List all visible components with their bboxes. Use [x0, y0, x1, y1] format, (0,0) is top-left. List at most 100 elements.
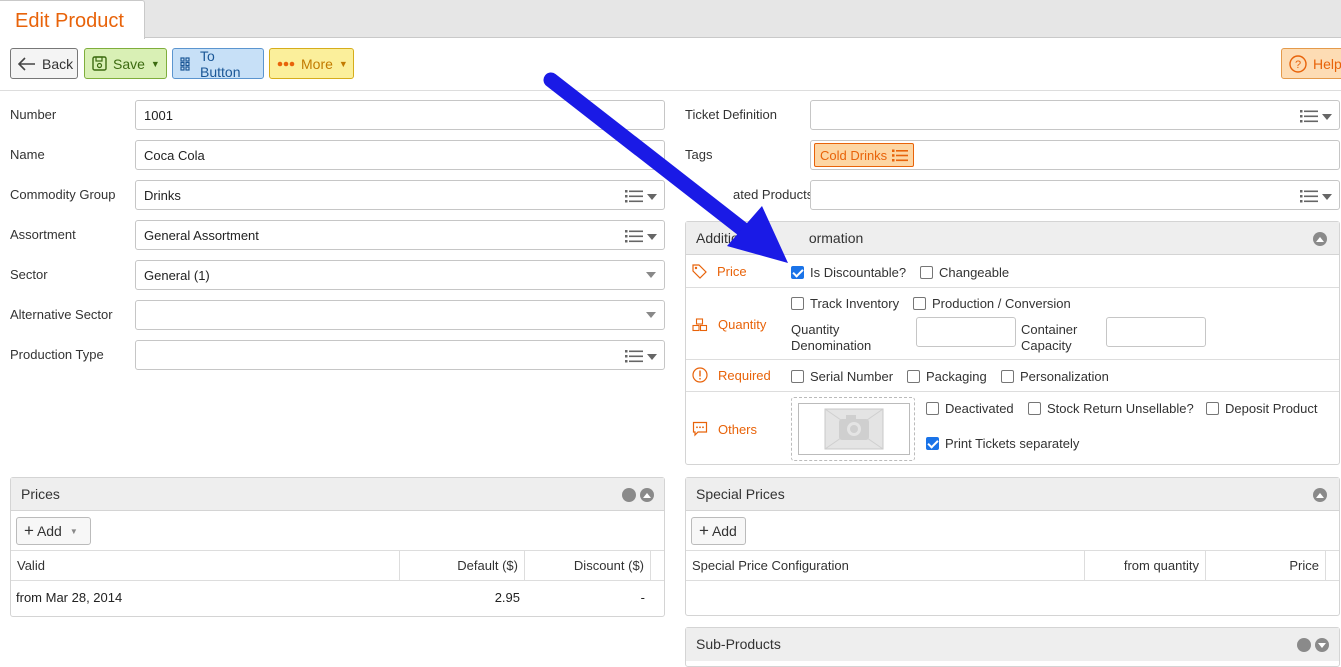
column-from-quantity[interactable]: from quantity	[1085, 551, 1206, 581]
add-special-price-button[interactable]: + Add	[691, 517, 746, 545]
expand-icon[interactable]	[1315, 638, 1329, 652]
container-capacity-line2: Capacity	[1021, 338, 1072, 353]
quantity-row: Quantity Track Inventory Production / Co…	[686, 287, 1339, 359]
track-inventory-checkbox[interactable]: Track Inventory	[791, 296, 899, 311]
row-related-products: ated Products	[685, 180, 1340, 210]
camera-placeholder-icon	[798, 403, 910, 455]
name-value: Coca Cola	[144, 148, 205, 163]
panel-title-tail: ormation	[808, 230, 864, 246]
prices-header[interactable]: Prices	[11, 478, 664, 511]
deposit-product-label: Deposit Product	[1225, 401, 1318, 416]
question-circle-icon: ?	[1289, 54, 1307, 73]
boxes-icon	[692, 317, 713, 332]
to-button-button[interactable]: To Button	[172, 48, 264, 80]
stock-return-unsellable-checkbox[interactable]: Stock Return Unsellable?	[1028, 401, 1194, 416]
commodity-group-label: Commodity Group	[10, 187, 116, 202]
container-capacity-input[interactable]	[1106, 317, 1206, 347]
tab-edit-product[interactable]: Edit Product	[0, 0, 145, 39]
column-label: Special Price Configuration	[692, 558, 849, 573]
print-tickets-separately-label: Print Tickets separately	[945, 436, 1080, 451]
additional-information-header[interactable]: Additio ormation	[686, 222, 1339, 255]
svg-text:?: ?	[1295, 59, 1301, 71]
ticket-definition-select[interactable]	[810, 100, 1340, 130]
deposit-product-checkbox[interactable]: Deposit Product	[1206, 401, 1318, 416]
column-discount[interactable]: Discount ($)	[525, 551, 651, 581]
collapse-icon[interactable]	[1313, 232, 1327, 246]
add-price-button[interactable]: + Add ▼	[16, 517, 91, 545]
collapse-icon[interactable]	[1313, 488, 1327, 502]
chevron-down-icon: ▼	[338, 58, 348, 69]
column-default[interactable]: Default ($)	[400, 551, 525, 581]
list-dropdown-icon[interactable]	[625, 349, 659, 363]
reset-icon[interactable]	[1297, 638, 1311, 652]
quantity-denomination-line1: Quantity	[791, 322, 840, 337]
is-discountable-checkbox[interactable]: Is Discountable?	[791, 265, 906, 280]
row-commodity-group: Commodity Group Drinks	[0, 180, 665, 210]
sector-select[interactable]: General (1)	[135, 260, 665, 290]
number-field[interactable]: 1001	[135, 100, 665, 130]
help-button[interactable]: ? Help	[1281, 48, 1341, 79]
cell-valid: from Mar 28, 2014	[16, 590, 123, 605]
tag-chip[interactable]: Cold Drinks	[814, 143, 915, 167]
arrow-left-icon	[18, 56, 36, 71]
row-name: Name Coca Cola	[0, 140, 665, 170]
column-price[interactable]: Price	[1206, 551, 1326, 581]
special-prices-header[interactable]: Special Prices	[686, 478, 1339, 511]
print-tickets-separately-checkbox[interactable]: Print Tickets separately	[926, 436, 1079, 451]
name-label: Name	[10, 147, 45, 162]
assortment-value: General Assortment	[144, 228, 259, 243]
required-label-text: Required	[718, 367, 771, 383]
column-valid[interactable]: Valid	[11, 551, 400, 581]
checkbox-icon	[920, 266, 933, 279]
others-label: Others	[692, 421, 757, 437]
panel-title: Sub-Products	[696, 636, 781, 652]
serial-number-checkbox[interactable]: Serial Number	[791, 369, 893, 384]
more-button[interactable]: More ▼	[269, 48, 354, 79]
production-type-select[interactable]	[135, 340, 665, 370]
personalization-checkbox[interactable]: Personalization	[1001, 369, 1109, 384]
panel-title: Special Prices	[696, 486, 785, 502]
quantity-denomination-line2: Denomination	[791, 338, 872, 353]
production-conversion-label: Production / Conversion	[932, 296, 1071, 311]
name-field[interactable]: Coca Cola	[135, 140, 665, 170]
commodity-group-select[interactable]: Drinks	[135, 180, 665, 210]
changeable-checkbox[interactable]: Changeable	[920, 265, 1009, 280]
save-button[interactable]: Save ▼	[84, 48, 167, 79]
required-label: Required	[692, 367, 771, 383]
sector-value: General (1)	[144, 268, 210, 283]
add-label: Add	[711, 523, 737, 539]
tags-field[interactable]: Cold Drinks	[810, 140, 1340, 170]
checkbox-icon	[926, 402, 939, 415]
cell-discount: -	[640, 590, 645, 605]
row-assortment: Assortment General Assortment	[0, 220, 665, 250]
table-row[interactable]: from Mar 28, 2014 2.95 -	[11, 582, 664, 612]
quantity-denomination-input[interactable]	[916, 317, 1016, 347]
checkbox-icon	[1001, 370, 1014, 383]
list-dropdown-icon[interactable]	[625, 189, 659, 203]
alternative-sector-label: Alternative Sector	[10, 307, 113, 322]
deactivated-checkbox[interactable]: Deactivated	[926, 401, 1014, 416]
assortment-label: Assortment	[10, 227, 76, 242]
reset-icon[interactable]	[622, 488, 636, 502]
prices-grid-header: Valid Default ($) Discount ($)	[11, 550, 664, 581]
related-products-select[interactable]	[810, 180, 1340, 210]
assortment-select[interactable]: General Assortment	[135, 220, 665, 250]
column-special-price-configuration[interactable]: Special Price Configuration	[686, 551, 1085, 581]
product-image-dropzone[interactable]	[791, 397, 915, 461]
list-icon	[892, 149, 909, 162]
back-button[interactable]: Back	[10, 48, 78, 79]
row-alternative-sector: Alternative Sector	[0, 300, 665, 330]
collapse-icon[interactable]	[640, 488, 654, 502]
alternative-sector-select[interactable]	[135, 300, 665, 330]
packaging-checkbox[interactable]: Packaging	[907, 369, 987, 384]
special-prices-panel: Special Prices + Add Special Price Confi…	[685, 477, 1340, 616]
list-dropdown-icon[interactable]	[1300, 189, 1334, 203]
price-row: Price Is Discountable? Changeable	[686, 255, 1339, 287]
list-dropdown-icon[interactable]	[1300, 109, 1334, 123]
back-label: Back	[42, 55, 74, 72]
list-dropdown-icon[interactable]	[625, 229, 659, 243]
sub-products-header[interactable]: Sub-Products	[686, 628, 1339, 661]
checkbox-icon	[1028, 402, 1041, 415]
packaging-label: Packaging	[926, 369, 987, 384]
production-conversion-checkbox[interactable]: Production / Conversion	[913, 296, 1071, 311]
